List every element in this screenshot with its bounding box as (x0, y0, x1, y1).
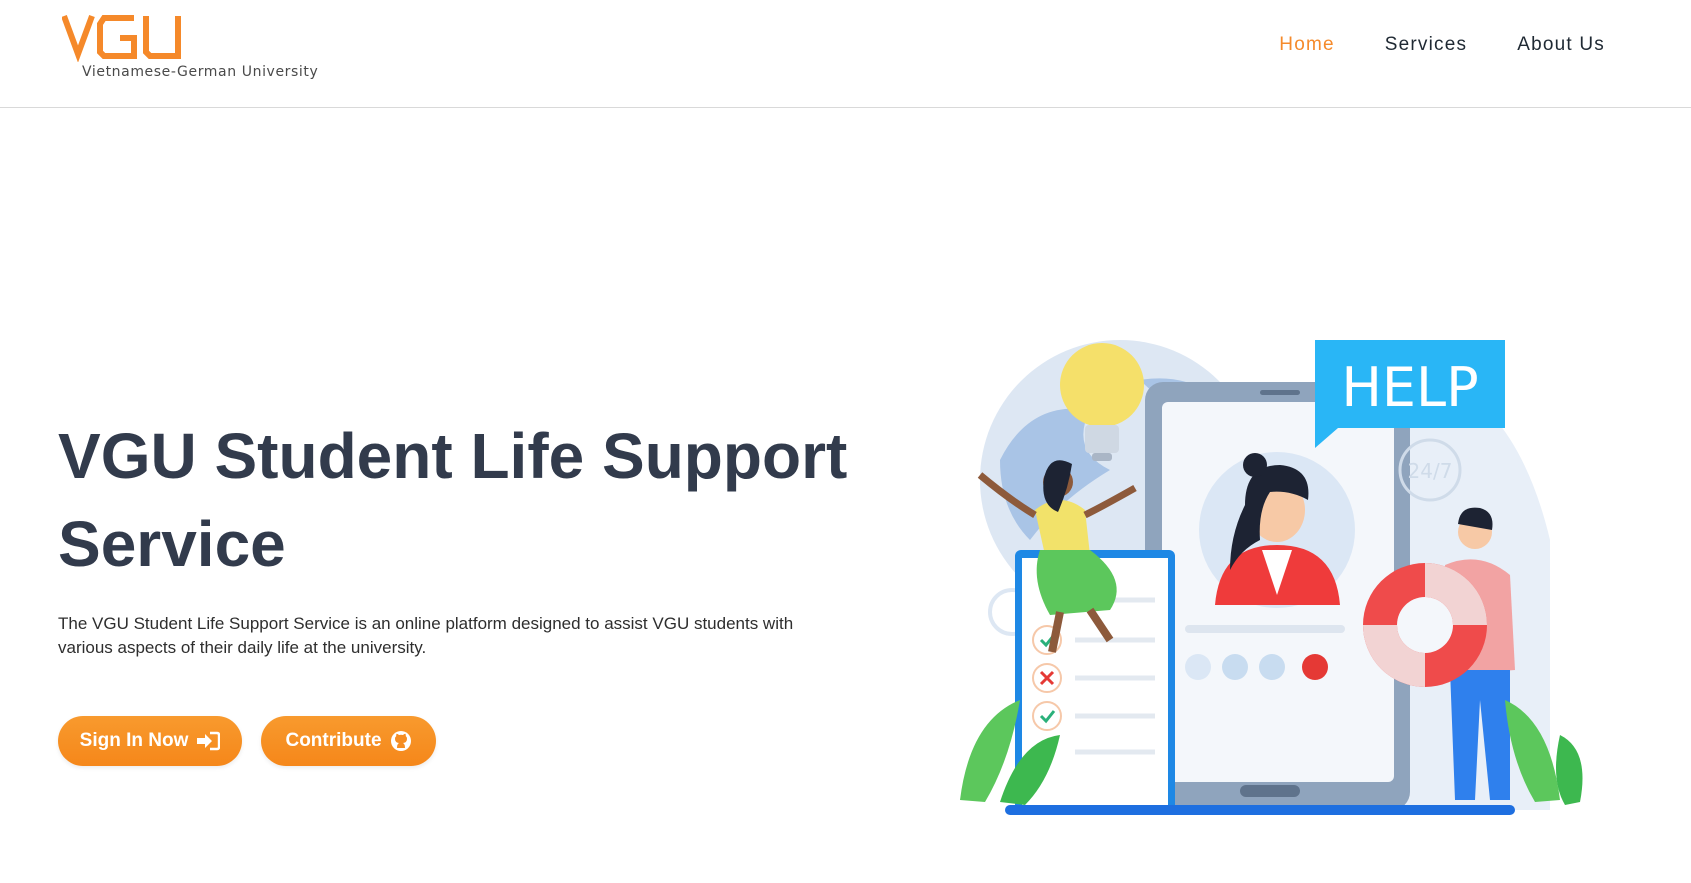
help-text: HELP (1341, 356, 1478, 419)
sign-in-label: Sign In Now (79, 730, 189, 751)
page-title: VGU Student Life Support Service (58, 412, 858, 588)
description-line-2: various aspects of their daily life at t… (58, 638, 427, 657)
hero-description: The VGU Student Life Support Service is … (58, 612, 848, 660)
title-line-2: Service (58, 508, 286, 580)
vgu-logo-mark (61, 14, 181, 63)
main-nav: Home Services About Us (1229, 34, 1605, 56)
lightbulb-icon (1060, 343, 1144, 427)
title-line-1: VGU Student Life Support (58, 420, 848, 492)
sign-in-icon (197, 731, 221, 751)
contribute-button[interactable]: Contribute (261, 716, 436, 766)
description-line-1: The VGU Student Life Support Service is … (58, 614, 794, 633)
contribute-label: Contribute (285, 730, 382, 751)
nav-services[interactable]: Services (1385, 34, 1467, 56)
badge-24-7: 24/7 (1408, 459, 1453, 483)
logo-subtitle: Vietnamese-German University (82, 64, 319, 80)
site-header: Vietnamese-German University Home Servic… (0, 0, 1691, 108)
github-icon (390, 731, 411, 751)
support-illustration: HELP 24/7 (960, 340, 1583, 815)
nav-about-us[interactable]: About Us (1517, 34, 1605, 56)
sign-in-button[interactable]: Sign In Now (58, 716, 242, 766)
nav-home[interactable]: Home (1279, 34, 1334, 56)
